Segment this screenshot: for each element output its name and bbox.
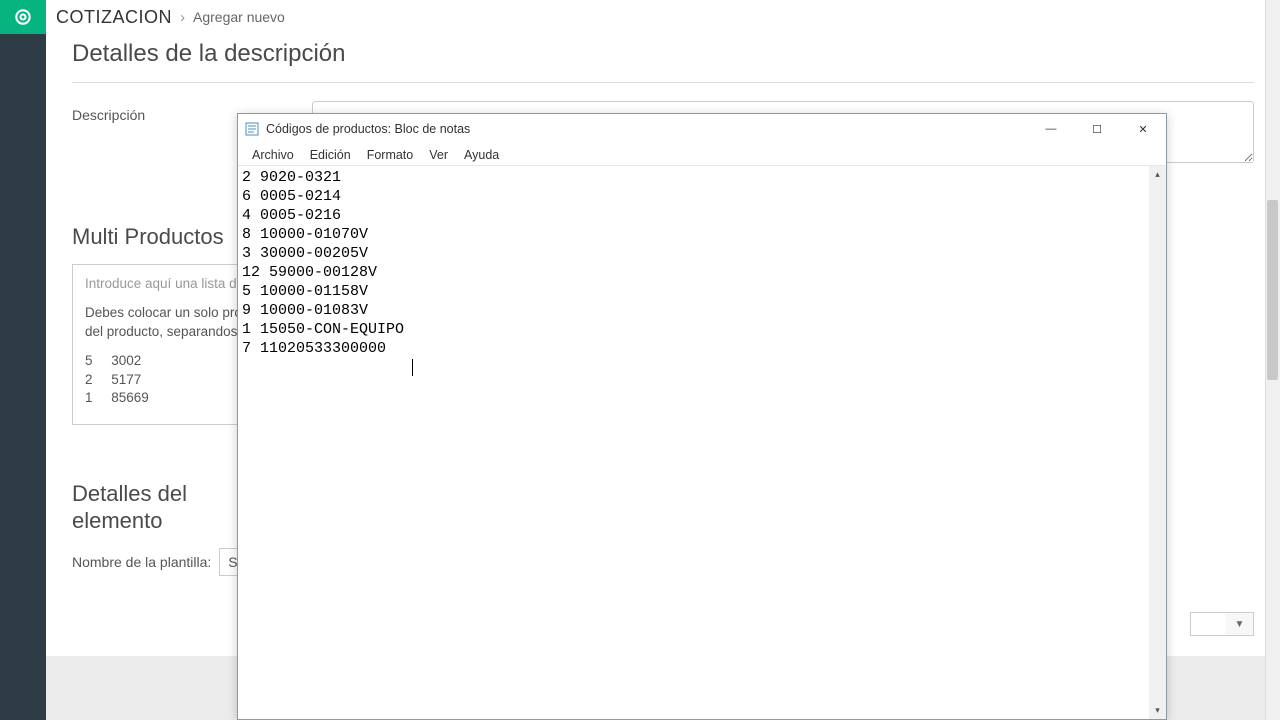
- scrollbar-thumb[interactable]: [1267, 200, 1278, 380]
- description-section-title: Detalles de la descripción: [72, 40, 1254, 68]
- breadcrumb: Cotizacion › Agregar nuevo: [46, 0, 1280, 34]
- breadcrumb-current: Agregar nuevo: [193, 9, 285, 25]
- divider: [72, 82, 1254, 83]
- menu-help[interactable]: Ayuda: [456, 148, 507, 162]
- notepad-window: Códigos de productos: Bloc de notas — ☐ …: [237, 113, 1167, 720]
- close-button[interactable]: ✕: [1120, 114, 1166, 144]
- right-dropdown-body[interactable]: [1190, 612, 1226, 636]
- menu-edit[interactable]: Edición: [302, 148, 359, 162]
- breadcrumb-root[interactable]: Cotizacion: [56, 7, 172, 28]
- chevron-down-icon[interactable]: ▼: [1226, 612, 1254, 636]
- chevron-right-icon: ›: [180, 9, 185, 26]
- notepad-scrollbar[interactable]: ▴ ▾: [1149, 166, 1166, 719]
- sidebar-dark: [0, 34, 46, 720]
- gear-icon: [13, 7, 33, 27]
- notepad-titlebar[interactable]: Códigos de productos: Bloc de notas — ☐ …: [238, 114, 1166, 144]
- window-buttons: — ☐ ✕: [1028, 114, 1166, 144]
- notepad-menubar: Archivo Edición Formato Ver Ayuda: [238, 144, 1166, 166]
- maximize-button[interactable]: ☐: [1074, 114, 1120, 144]
- scroll-down-icon[interactable]: ▾: [1149, 702, 1166, 719]
- menu-view[interactable]: Ver: [421, 148, 456, 162]
- scroll-up-icon[interactable]: ▴: [1149, 166, 1166, 183]
- template-label: Nombre de la plantilla:: [72, 554, 211, 570]
- notepad-text[interactable]: 2 9020-0321 6 0005-0214 4 0005-0216 8 10…: [242, 168, 1148, 719]
- page-scrollbar[interactable]: [1265, 0, 1280, 720]
- notepad-icon: [244, 121, 260, 137]
- notepad-body[interactable]: 2 9020-0321 6 0005-0214 4 0005-0216 8 10…: [238, 166, 1166, 719]
- text-caret: [412, 359, 413, 376]
- notepad-title: Códigos de productos: Bloc de notas: [266, 122, 1028, 136]
- menu-file[interactable]: Archivo: [244, 148, 302, 162]
- minimize-button[interactable]: —: [1028, 114, 1074, 144]
- sidebar-logo[interactable]: [0, 0, 46, 34]
- menu-format[interactable]: Formato: [359, 148, 422, 162]
